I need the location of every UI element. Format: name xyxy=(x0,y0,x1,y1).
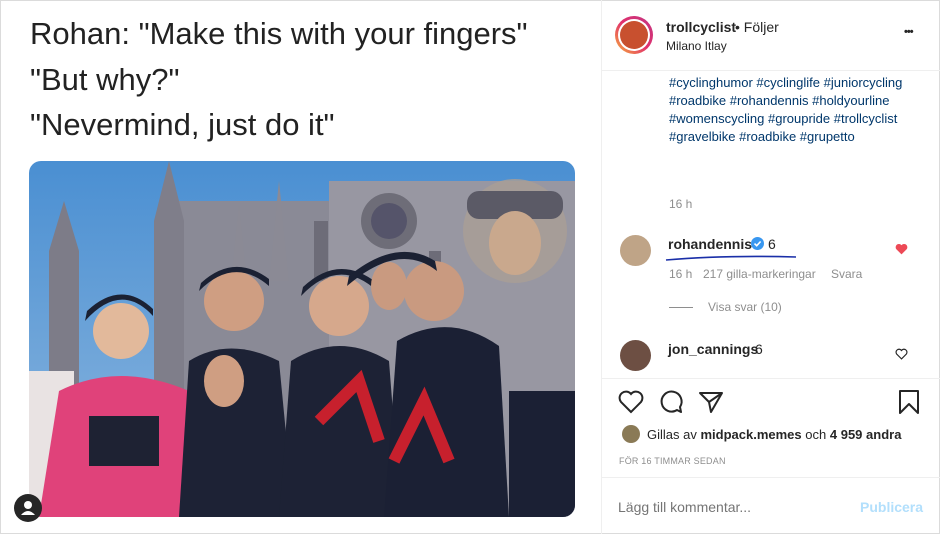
avatar xyxy=(620,21,648,49)
share-icon[interactable] xyxy=(698,390,724,414)
post-photo[interactable] xyxy=(29,161,575,517)
view-replies-button[interactable]: Visa svar (10) xyxy=(708,300,782,314)
comment-text: 6 xyxy=(755,341,763,357)
comment-icon[interactable] xyxy=(658,389,684,415)
publish-button[interactable]: Publicera xyxy=(860,499,923,515)
header-username[interactable]: trollcyclist xyxy=(666,19,736,35)
comment-bar: Publicera xyxy=(602,477,940,535)
meme-caption-line-3: "Nevermind, just do it" xyxy=(30,107,335,142)
comment-input[interactable] xyxy=(616,496,840,518)
replies-divider xyxy=(669,307,693,308)
heart-icon[interactable] xyxy=(895,348,908,360)
comment-likes[interactable]: 217 gilla-markeringar xyxy=(703,267,816,281)
post-header: trollcyclist • Följer Milano Itlay ••• xyxy=(602,0,940,71)
post-sidebar: trollcyclist • Följer Milano Itlay ••• #… xyxy=(601,0,940,534)
comment-text: 6 xyxy=(768,236,776,252)
comment-username[interactable]: jon_cannings xyxy=(668,341,758,357)
liker-username[interactable]: midpack.memes xyxy=(700,427,801,442)
meme-caption-line-2: "But why?" xyxy=(30,62,180,97)
comment-username[interactable]: rohandennis xyxy=(668,236,752,252)
comment-time: 16 h xyxy=(669,267,693,281)
likes-summary: Gillas av midpack.memes och 4 959 andra xyxy=(647,427,901,442)
likes-prefix: Gillas av xyxy=(647,427,697,442)
post-actions xyxy=(602,378,940,379)
bookmark-icon[interactable] xyxy=(898,389,920,415)
heart-icon[interactable] xyxy=(895,243,908,255)
commenter-avatar[interactable] xyxy=(620,235,651,266)
likes-connector: och xyxy=(805,427,827,442)
more-icon[interactable]: ••• xyxy=(904,26,914,38)
verified-icon xyxy=(751,237,764,250)
location-link[interactable]: Milano Itlay xyxy=(666,39,727,53)
user-silhouette-icon xyxy=(21,501,35,515)
caption-time: 16 h xyxy=(669,197,693,211)
meme-caption-line-1: Rohan: "Make this with your fingers" xyxy=(30,16,528,51)
caption-hashtags[interactable]: #cyclinghumor #cyclinglife #juniorcyclin… xyxy=(669,74,929,146)
podium-photo-illustration xyxy=(29,161,575,517)
commenter-avatar[interactable] xyxy=(620,340,651,371)
likes-count[interactable]: 4 959 andra xyxy=(830,427,902,442)
reply-button[interactable]: Svara xyxy=(831,267,862,281)
follow-status[interactable]: • Följer xyxy=(735,19,779,35)
profile-avatar-ring[interactable] xyxy=(615,16,653,54)
heart-icon[interactable] xyxy=(618,390,644,414)
underline-annotation xyxy=(665,255,797,261)
liker-avatar[interactable] xyxy=(622,425,640,443)
post-age: FÖR 16 TIMMAR SEDAN xyxy=(619,456,726,466)
post-media: Rohan: "Make this with your fingers" "Bu… xyxy=(1,1,601,533)
tagged-user-icon[interactable] xyxy=(14,494,42,522)
